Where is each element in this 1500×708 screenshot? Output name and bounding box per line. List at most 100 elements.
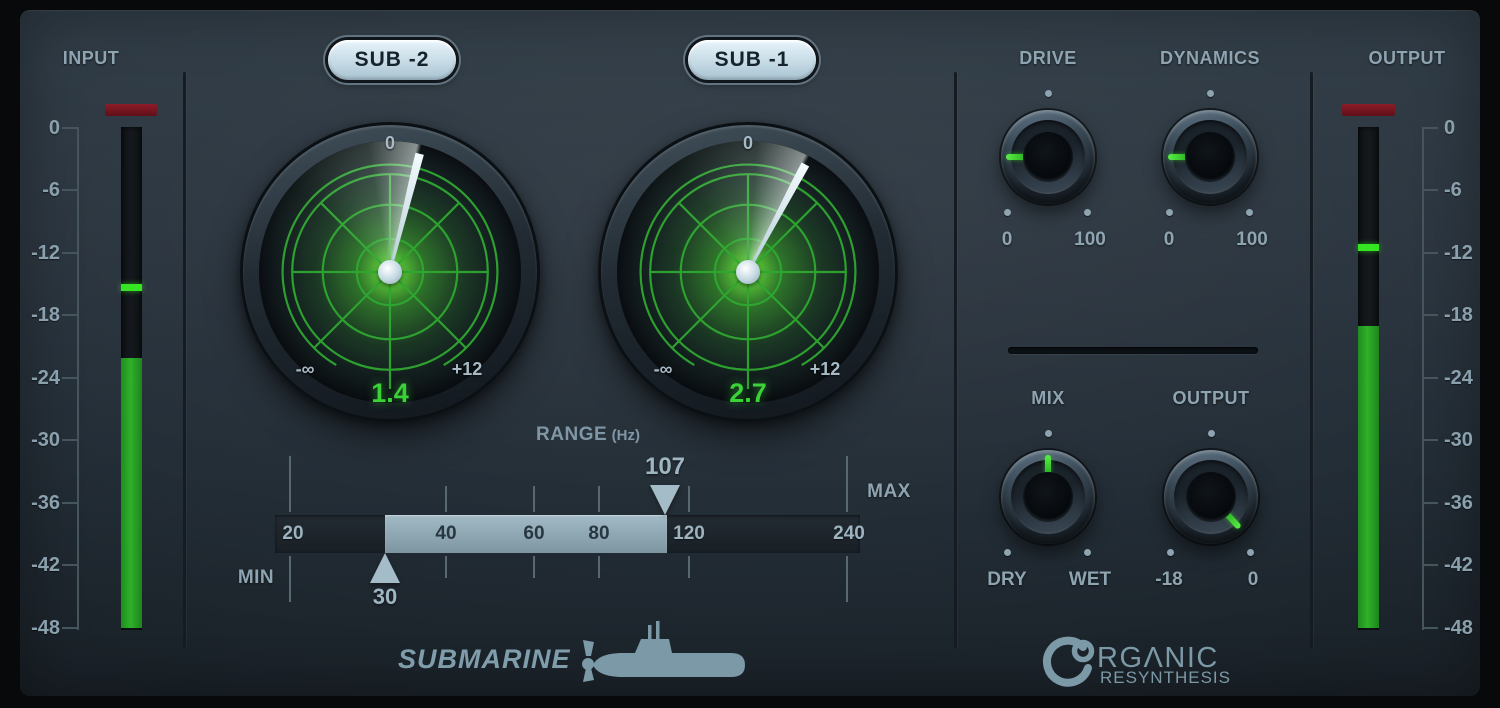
input-scale-tick	[62, 189, 78, 191]
output-scale-number: -48	[1444, 618, 1496, 638]
dial-max-label: +12	[810, 359, 841, 380]
sub1-button[interactable]: SUB -1	[688, 40, 816, 80]
input-scale-tick	[62, 439, 78, 441]
input-scale-number: -30	[8, 430, 60, 450]
range-tick-20	[289, 456, 291, 512]
knob-center	[1023, 472, 1073, 522]
output-knob-group: OUTPUT -18 0	[1116, 388, 1306, 598]
output-scale-tick	[1422, 564, 1438, 566]
range-title: RANGE (Hz)	[438, 424, 738, 446]
knob-center	[1186, 472, 1236, 522]
input-scale-number: -36	[8, 493, 60, 513]
range-tick-120	[688, 486, 690, 512]
range-label: 240	[833, 515, 865, 553]
output-scale-tick	[1422, 252, 1438, 254]
mix-knob-group: MIX DRY WET	[953, 388, 1143, 598]
drive-max-label: 100	[1074, 229, 1106, 251]
output-scale-tick	[1422, 439, 1438, 441]
drive-min-label: 0	[1002, 229, 1013, 251]
input-scale-number: 0	[8, 118, 60, 138]
input-scale-number: -18	[8, 305, 60, 325]
output-scale-number: -30	[1444, 430, 1496, 450]
submarine-wordmark: SUBMARINE	[398, 644, 571, 675]
output-meter-peak-line	[1358, 244, 1379, 251]
knob-center	[1185, 132, 1235, 182]
input-scale-tick	[62, 252, 78, 254]
output-scale-number: -42	[1444, 555, 1496, 575]
input-scale-number: -48	[8, 618, 60, 638]
dynamics-label: DYNAMICS	[1115, 48, 1305, 69]
mix-min-label: DRY	[987, 569, 1026, 591]
range-label: 20	[282, 515, 303, 553]
output-clip-led	[1342, 104, 1395, 116]
knob-max-dot	[1084, 549, 1091, 556]
range-tick-60	[533, 486, 535, 512]
output-knob-min-label: -18	[1155, 569, 1182, 591]
knob-section-separator	[1008, 347, 1258, 354]
input-scale-tick	[62, 127, 78, 129]
sub1-radar-dial: 0 -∞ +12 2.7	[598, 122, 898, 422]
output-scale-tick	[1422, 627, 1438, 629]
input-clip-led	[105, 104, 157, 116]
sub2-radar-dial: 0 -∞ +12 1.4	[240, 122, 540, 422]
dial-zero-label: 0	[743, 133, 753, 154]
knob-min-dot	[1166, 209, 1173, 216]
dynamics-max-label: 100	[1236, 229, 1268, 251]
input-scale-number: -6	[8, 180, 60, 200]
range-label: 40	[435, 515, 456, 553]
range-high-handle[interactable]	[650, 485, 680, 515]
range-slider-bar[interactable]: 20 40 60 80 120 240	[275, 515, 860, 553]
range-low-handle[interactable]	[370, 553, 400, 583]
range-tick-240	[846, 556, 848, 602]
input-meter-peak-line	[121, 284, 142, 291]
range-min-caption: MIN	[206, 567, 306, 589]
knob-center	[1023, 132, 1073, 182]
range-label: 80	[588, 515, 609, 553]
output-scale-tick	[1422, 127, 1438, 129]
output-scale-tick	[1422, 502, 1438, 504]
section-divider	[183, 72, 186, 649]
range-label: 60	[523, 515, 544, 553]
output-knob[interactable]	[1164, 450, 1258, 544]
drive-knob[interactable]	[1001, 110, 1095, 204]
knob-min-dot	[1167, 549, 1174, 556]
range-low-value: 30	[373, 584, 397, 610]
input-scale-tick	[62, 502, 78, 504]
input-scale-tick	[62, 377, 78, 379]
range-tick-40	[445, 556, 447, 578]
output-knob-label: OUTPUT	[1116, 388, 1306, 409]
resynthesis-wordmark: RESYNTHESIS	[1100, 668, 1231, 688]
mix-knob[interactable]	[1001, 450, 1095, 544]
input-scale-number: -42	[8, 555, 60, 575]
input-scale-tick	[62, 627, 78, 629]
output-scale-tick	[1422, 377, 1438, 379]
output-scale-number: 0	[1444, 118, 1496, 138]
range-tick-60	[533, 556, 535, 578]
submarine-icon	[575, 612, 755, 684]
knob-max-dot	[1084, 209, 1091, 216]
section-divider	[1310, 72, 1313, 649]
input-scale-tick	[62, 564, 78, 566]
output-scale-number: -24	[1444, 368, 1496, 388]
knob-max-dot	[1247, 549, 1254, 556]
output-scale-number: -6	[1444, 180, 1496, 200]
dynamics-knob-group: DYNAMICS 0 100	[1115, 48, 1305, 258]
output-meter-level-bar	[1358, 326, 1379, 628]
sub2-needle-cap	[378, 260, 402, 284]
input-scale-tick	[62, 314, 78, 316]
knob-top-dot	[1045, 430, 1052, 437]
output-scale-tick	[1422, 314, 1438, 316]
range-tick-120	[688, 556, 690, 578]
sub2-value: 1.4	[240, 378, 540, 409]
dial-zero-label: 0	[385, 133, 395, 154]
mix-label: MIX	[953, 388, 1143, 409]
input-meter-level-bar	[121, 358, 142, 628]
input-scale-number: -12	[8, 243, 60, 263]
output-scale-number: -12	[1444, 243, 1496, 263]
input-meter-label: INPUT	[41, 48, 141, 69]
dynamics-min-label: 0	[1164, 229, 1175, 251]
dynamics-knob[interactable]	[1163, 110, 1257, 204]
submarine-plugin-window: INPUT 0 -6 -12 -18 -24 -30 -36 -42 -48 S…	[0, 0, 1500, 708]
sub2-button[interactable]: SUB -2	[328, 40, 456, 80]
organic-logo-icon	[1040, 634, 1098, 694]
